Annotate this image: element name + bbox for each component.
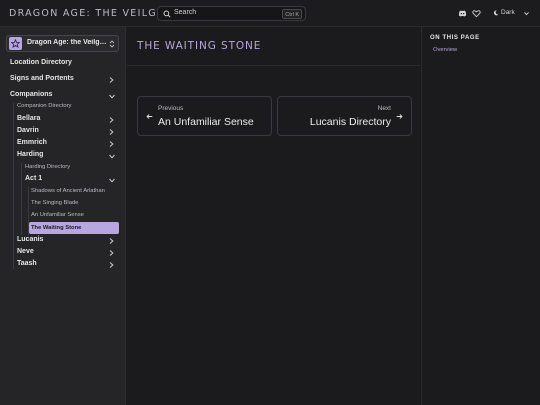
chevron-up-down-icon	[109, 40, 115, 48]
previous-title: An Unfamiliar Sense	[158, 116, 254, 128]
wiki-name: Dragon Age: the Veilguard	[27, 39, 109, 46]
sidebar-item-the-singing-blade[interactable]: The Singing Blade	[31, 200, 119, 211]
sidebar-item-location-directory[interactable]: Location Directory	[10, 59, 120, 70]
sidebar-item-label: Act 1	[25, 175, 43, 182]
next-label: Next	[377, 105, 391, 112]
sidebar-item-label: An Unfamiliar Sense	[31, 212, 84, 218]
search-input[interactable]: Search Ctrl K	[157, 6, 306, 21]
sidebar-item-bellara[interactable]: Bellara	[17, 115, 120, 126]
nest-guide-line	[21, 163, 22, 235]
next-page-link[interactable]: Next Lucanis Directory	[277, 96, 412, 136]
sidebar-item-taash[interactable]: Taash	[17, 260, 120, 271]
sidebar-item-label: Bellara	[17, 115, 41, 122]
theme-label: Dark	[501, 9, 515, 16]
sidebar-item-label: Davrin	[17, 127, 39, 134]
next-title: Lucanis Directory	[309, 116, 391, 128]
heart-icon[interactable]	[472, 9, 481, 18]
chevron-right-icon	[109, 129, 114, 135]
chevron-down-icon	[524, 12, 529, 16]
sidebar-item-shadows-of-ancient-arlathan[interactable]: Shadows of Ancient Arlathan	[31, 188, 119, 199]
wiki-switcher[interactable]: Dragon Age: the Veilguard	[6, 35, 119, 52]
discord-icon[interactable]	[458, 9, 467, 18]
sidebar-item-label: Location Directory	[10, 59, 72, 66]
sidebar-item-label: Signs and Portents	[10, 75, 74, 82]
top-header: DRAGON AGE: THE VEILGUARD Search Ctrl K …	[0, 0, 540, 27]
sidebar-item-label: The Waiting Stone	[31, 225, 82, 231]
sidebar-item-companions[interactable]: Companions	[10, 91, 120, 102]
sidebar-item-emmrich[interactable]: Emmrich	[17, 139, 120, 150]
previous-page-link[interactable]: Previous An Unfamiliar Sense	[137, 96, 272, 136]
chevron-down-icon	[109, 178, 115, 183]
sidebar-item-label: Lucanis	[17, 236, 44, 243]
title-divider	[127, 65, 420, 66]
sidebar-item-davrin[interactable]: Davrin	[17, 127, 120, 138]
toc-item-overview[interactable]: Overview	[433, 47, 457, 53]
chevron-right-icon	[109, 141, 114, 147]
previous-label: Previous	[158, 105, 184, 112]
toc-heading: ON THIS PAGE	[430, 35, 480, 41]
chevron-down-icon	[109, 94, 115, 99]
sidebar-item-harding[interactable]: Harding	[17, 151, 120, 162]
star-icon	[11, 39, 20, 48]
sidebar-item-label: The Singing Blade	[31, 200, 79, 206]
sidebar: Dragon Age: the Veilguard Location Direc…	[0, 27, 126, 405]
sidebar-item-neve[interactable]: Neve	[17, 248, 120, 259]
wiki-logo	[9, 37, 22, 50]
chevron-down-icon	[109, 154, 115, 159]
sidebar-item-label: Shadows of Ancient Arlathan	[31, 188, 105, 194]
sidebar-item-label: Companion Directory	[17, 103, 72, 109]
sidebar-item-signs-and-portents[interactable]: Signs and Portents	[10, 75, 120, 86]
sidebar-item-act-1[interactable]: Act 1	[25, 175, 120, 186]
sidebar-item-lucanis[interactable]: Lucanis	[17, 236, 120, 247]
table-of-contents: ON THIS PAGE Overview	[421, 27, 540, 405]
sidebar-item-label: Neve	[17, 248, 34, 255]
chevron-right-icon	[109, 77, 114, 83]
arrow-right-icon	[396, 114, 403, 119]
search-shortcut: Ctrl K	[282, 9, 302, 19]
chevron-right-icon	[109, 250, 114, 256]
sidebar-item-label: Emmrich	[17, 139, 47, 146]
chevron-right-icon	[109, 262, 114, 268]
sidebar-item-label: Companions	[10, 91, 53, 98]
sidebar-item-the-waiting-stone[interactable]: The Waiting Stone	[29, 222, 119, 234]
nest-guide-line	[13, 103, 14, 269]
sidebar-item-harding-directory[interactable]: Harding Directory	[25, 164, 117, 175]
chevron-right-icon	[109, 117, 114, 123]
chevron-right-icon	[109, 238, 114, 244]
sidebar-item-label: Harding Directory	[25, 164, 71, 170]
arrow-left-icon	[146, 114, 153, 119]
sidebar-item-companion-directory[interactable]: Companion Directory	[17, 103, 117, 114]
sidebar-item-label: Taash	[17, 260, 37, 267]
search-icon	[163, 10, 171, 18]
sidebar-item-label: Harding	[17, 151, 44, 158]
page-title: THE WAITING STONE	[137, 40, 262, 52]
search-placeholder: Search	[174, 9, 197, 16]
moon-icon	[493, 10, 499, 16]
